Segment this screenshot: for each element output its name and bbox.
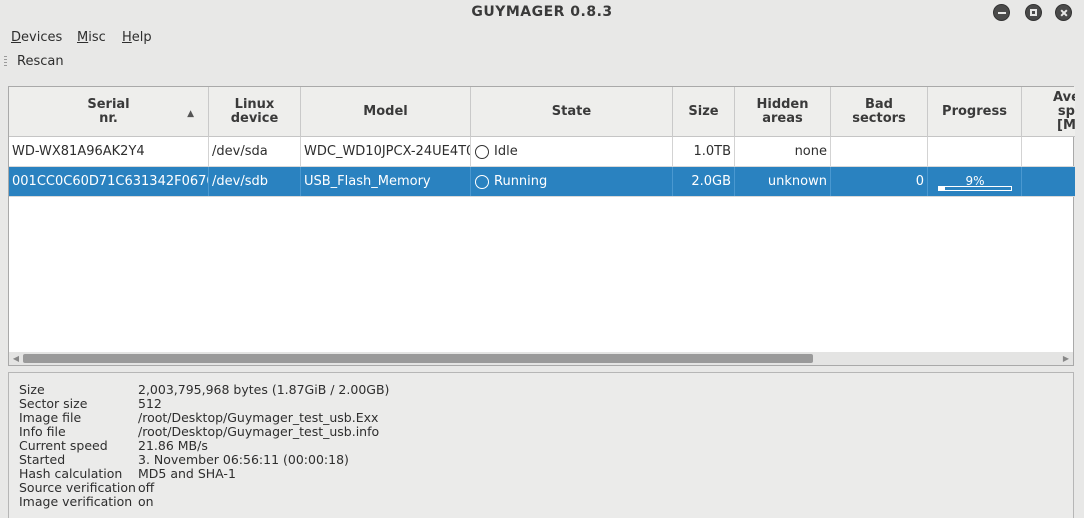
cell-average-speed [1022, 167, 1075, 196]
state-circle-icon [475, 144, 489, 159]
progress-bar: 9% [938, 174, 1012, 191]
column-header-model[interactable]: Model [301, 87, 471, 137]
maximize-button[interactable] [1025, 4, 1042, 21]
horizontal-scrollbar[interactable]: ◀ ▶ [9, 352, 1073, 365]
cell-state: Running [471, 167, 673, 196]
title-bar: GUYMAGER 0.8.3 [0, 0, 1084, 26]
table-row[interactable]: WD-WX81A96AK2Y4 /dev/sda WDC_WD10JPCX-24… [9, 137, 1075, 167]
cell-model: USB_Flash_Memory [301, 167, 471, 196]
cell-average-speed [1022, 137, 1075, 166]
cell-size: 2.0GB [673, 167, 735, 196]
menu-help[interactable]: Help [122, 30, 152, 45]
column-header-device[interactable]: Linux device [209, 87, 301, 137]
menu-devices[interactable]: Devices [11, 30, 62, 45]
state-circle-icon [475, 174, 489, 189]
maximize-icon [1030, 9, 1037, 16]
column-header-hidden-areas[interactable]: Hidden areas [735, 87, 831, 137]
cell-device: /dev/sda [209, 137, 301, 166]
close-button[interactable] [1055, 4, 1072, 21]
table-row-selected[interactable]: 001CC0C60D71C631342F0670 /dev/sdb USB_Fl… [9, 167, 1075, 197]
cell-progress: 9% [928, 167, 1022, 196]
column-header-progress[interactable]: Progress [928, 87, 1022, 137]
window-title: GUYMAGER 0.8.3 [471, 4, 613, 20]
scrollbar-thumb[interactable] [23, 354, 813, 363]
menu-misc[interactable]: Misc [77, 30, 106, 45]
rescan-button[interactable]: Rescan [17, 54, 64, 69]
cell-bad-sectors: 0 [831, 167, 928, 196]
menu-bar: Devices Misc Help [0, 28, 1084, 48]
cell-hidden-areas: none [735, 137, 831, 166]
device-table: Serial nr. ▲ Linux device Model State Si… [8, 86, 1075, 366]
toolbar-grip-icon[interactable] [4, 56, 7, 67]
table-header: Serial nr. ▲ Linux device Model State Si… [9, 87, 1075, 137]
toolbar: Rescan [0, 52, 1084, 72]
column-header-bad-sectors[interactable]: Bad sectors [831, 87, 928, 137]
cell-device: /dev/sdb [209, 167, 301, 196]
cell-hidden-areas: unknown [735, 167, 831, 196]
column-header-average-speed[interactable]: Ave sp [M [1022, 87, 1075, 137]
cell-serial: 001CC0C60D71C631342F0670 [9, 167, 209, 196]
cell-state: Idle [471, 137, 673, 166]
column-header-state[interactable]: State [471, 87, 673, 137]
column-header-size[interactable]: Size [673, 87, 735, 137]
device-info-panel: Size 2,003,795,968 bytes (1.87GiB / 2.00… [8, 372, 1074, 518]
scroll-left-icon[interactable]: ◀ [9, 352, 23, 365]
progress-fill [939, 186, 946, 190]
cell-serial: WD-WX81A96AK2Y4 [9, 137, 209, 166]
cell-bad-sectors [831, 137, 928, 166]
cell-size: 1.0TB [673, 137, 735, 166]
sort-ascending-icon: ▲ [187, 109, 194, 119]
minimize-icon [997, 11, 1006, 14]
cell-model: WDC_WD10JPCX-24UE4T0 [301, 137, 471, 166]
scroll-right-icon[interactable]: ▶ [1059, 352, 1073, 365]
cell-progress [928, 137, 1022, 166]
column-header-serial[interactable]: Serial nr. ▲ [9, 87, 209, 137]
minimize-button[interactable] [993, 4, 1010, 21]
